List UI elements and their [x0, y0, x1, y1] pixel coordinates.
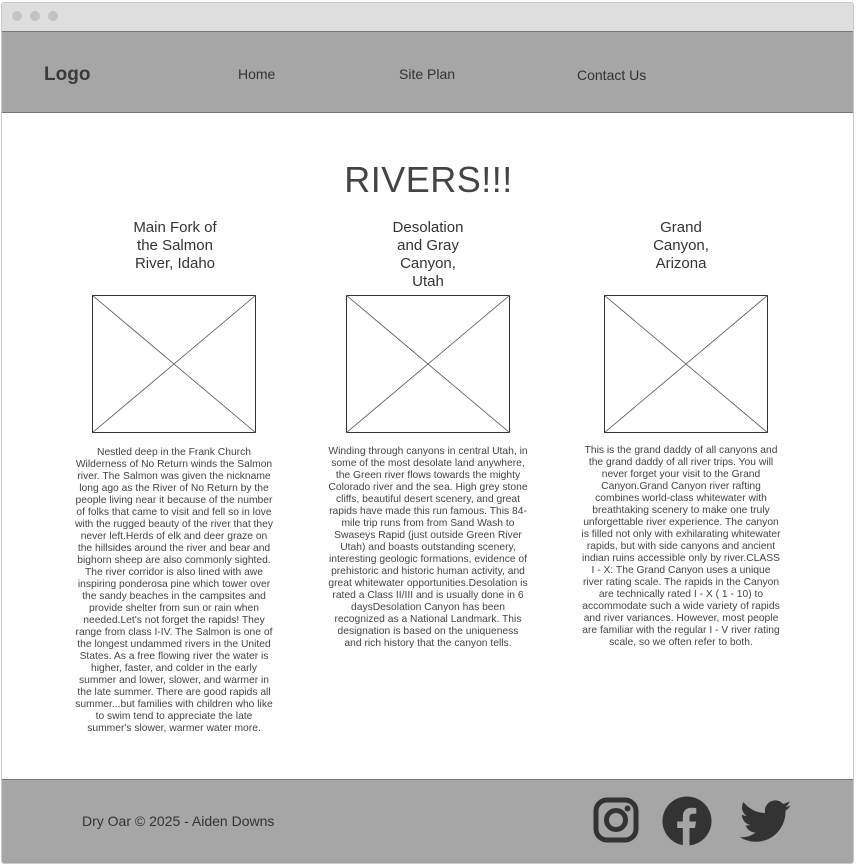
browser-window: Logo Home Site Plan Contact Us RIVERS!!!…	[1, 2, 854, 864]
nav-site-plan-link[interactable]: Site Plan	[399, 66, 455, 82]
river-description: This is the grand daddy of all canyons a…	[581, 445, 781, 648]
river-description: Winding through canyons in central Utah,…	[328, 446, 528, 649]
image-placeholder	[604, 295, 768, 433]
nav-home-link[interactable]: Home	[238, 66, 275, 82]
site-logo[interactable]: Logo	[44, 64, 90, 86]
river-heading: Desolation and Gray Canyon, Utah	[392, 219, 464, 290]
instagram-icon[interactable]	[593, 797, 639, 848]
image-placeholder	[346, 295, 510, 433]
river-heading: Grand Canyon, Arizona	[653, 219, 709, 272]
river-heading: Main Fork of the Salmon River, Idaho	[133, 219, 217, 272]
twitter-icon[interactable]	[739, 800, 792, 849]
page-title: RIVERS!!!	[344, 159, 513, 200]
site-header: Logo Home Site Plan Contact Us	[2, 31, 853, 113]
nav-contact-us-link[interactable]: Contact Us	[577, 67, 646, 83]
river-column-grand-canyon: Grand Canyon, Arizona	[581, 219, 781, 273]
window-close-dot[interactable]	[12, 11, 22, 21]
image-placeholder	[92, 295, 256, 433]
window-titlebar	[2, 3, 853, 32]
window-maximize-dot[interactable]	[48, 11, 58, 21]
river-column-desolation: Desolation and Gray Canyon, Utah	[328, 219, 528, 291]
facebook-icon[interactable]	[662, 796, 712, 851]
river-column-salmon: Main Fork of the Salmon River, Idaho	[75, 219, 275, 273]
site-footer: Dry Oar © 2025 - Aiden Downs	[2, 779, 853, 863]
copyright-text: Dry Oar © 2025 - Aiden Downs	[82, 813, 275, 829]
river-description: Nestled deep in the Frank Church Wildern…	[74, 447, 274, 734]
window-minimize-dot[interactable]	[30, 11, 40, 21]
